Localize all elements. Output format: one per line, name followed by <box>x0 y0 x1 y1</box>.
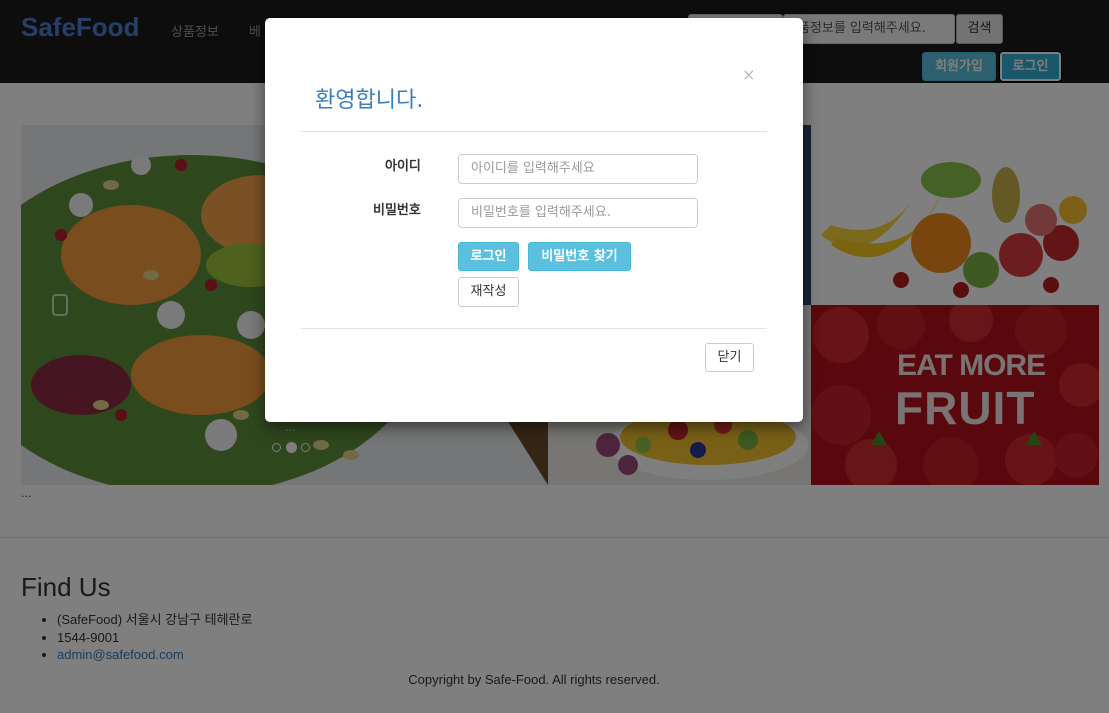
modal-login-button[interactable]: 로그인 <box>458 242 519 271</box>
modal-header-divider <box>301 131 767 132</box>
id-label: 아이디 <box>385 159 421 174</box>
close-icon[interactable]: × <box>742 65 755 84</box>
close-button[interactable]: 닫기 <box>705 343 754 372</box>
reset-button[interactable]: 재작성 <box>458 277 519 307</box>
modal-footer-divider <box>301 328 767 329</box>
password-input[interactable]: 비밀번호를 입력해주세요. <box>458 198 698 228</box>
find-password-button[interactable]: 비밀번호 찾기 <box>528 242 631 271</box>
password-label: 비밀번호 <box>373 203 421 218</box>
login-modal: × 환영합니다. 아이디 아이디를 입력해주세요 비밀번호 비밀번호를 입력해주… <box>265 18 803 422</box>
modal-title: 환영합니다. <box>315 88 424 113</box>
id-input[interactable]: 아이디를 입력해주세요 <box>458 154 698 184</box>
